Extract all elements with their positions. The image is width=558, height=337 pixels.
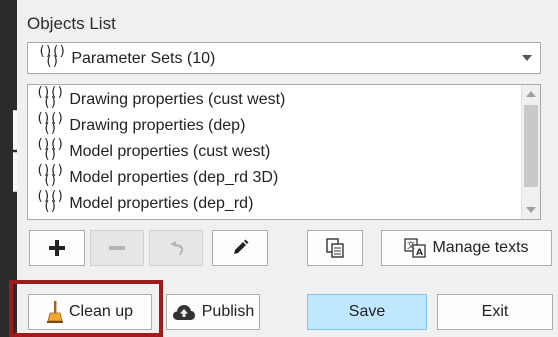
scroll-up-arrow-icon[interactable] (522, 85, 540, 103)
list-item-label: Model properties (dep_rd 3D) (69, 169, 279, 186)
chevron-down-icon[interactable] (514, 43, 540, 73)
pencil-icon (234, 239, 249, 254)
plus-icon (49, 240, 65, 256)
list-item-label: Drawing properties (dep) (69, 117, 246, 134)
list-item[interactable]: ()()() Drawing properties (cust west) (36, 85, 286, 113)
edit-button[interactable] (212, 230, 268, 266)
manage-texts-label: Manage texts (432, 239, 529, 256)
list-item-label: Model properties (dep_rd) (69, 195, 254, 212)
copy-icon (326, 238, 344, 258)
cloud-upload-icon (172, 305, 195, 320)
add-button[interactable] (29, 230, 85, 266)
undo-icon (170, 241, 184, 255)
parameter-set-icon: ()()() (36, 163, 64, 188)
objects-listbox[interactable]: ()()() Drawing properties (cust west) ()… (27, 84, 541, 220)
list-item[interactable]: ()()() Model properties (dep_rd) (36, 189, 254, 217)
highlight-box (9, 280, 163, 337)
list-item[interactable]: ()()() Model properties (dep_rd 3D) (36, 163, 279, 191)
list-item[interactable]: ()()() Drawing properties (dep) (36, 111, 246, 139)
dropdown-selected-label: Parameter Sets (10) (71, 50, 216, 67)
parameter-set-icon: ()()() (36, 189, 64, 214)
svg-text:文: 文 (407, 240, 415, 250)
list-scrollbar[interactable] (521, 85, 540, 219)
publish-label: Publish (201, 303, 255, 320)
svg-text:A: A (416, 248, 423, 258)
list-item[interactable]: ()()() Model properties (cust west) (36, 137, 271, 165)
exit-button[interactable]: Exit (437, 294, 553, 330)
scroll-down-arrow-icon[interactable] (522, 201, 540, 219)
object-type-dropdown[interactable]: ()()() Parameter Sets (10) (27, 42, 541, 74)
minus-icon (109, 246, 125, 250)
parameter-set-icon: ()()() (36, 137, 64, 162)
dropdown-selected: ()()() Parameter Sets (10) (38, 44, 216, 69)
parameter-set-icon: ()()() (38, 44, 66, 69)
translate-icon: 文 A (404, 238, 427, 258)
save-label: Save (348, 303, 386, 320)
manage-texts-button[interactable]: 文 A Manage texts (381, 230, 552, 266)
exit-label: Exit (481, 303, 509, 320)
list-item-label: Model properties (cust west) (69, 143, 271, 160)
copy-button[interactable] (307, 230, 363, 266)
save-button[interactable]: Save (307, 294, 427, 330)
remove-button[interactable] (90, 230, 144, 266)
objects-list-title: Objects List (27, 14, 116, 33)
publish-button[interactable]: Publish (166, 294, 260, 330)
scrollbar-thumb[interactable] (524, 105, 538, 187)
undo-button[interactable] (149, 230, 203, 266)
parameter-set-icon: ()()() (36, 111, 64, 136)
parameter-set-icon: ()()() (36, 85, 64, 110)
list-item-label: Drawing properties (cust west) (69, 91, 286, 108)
